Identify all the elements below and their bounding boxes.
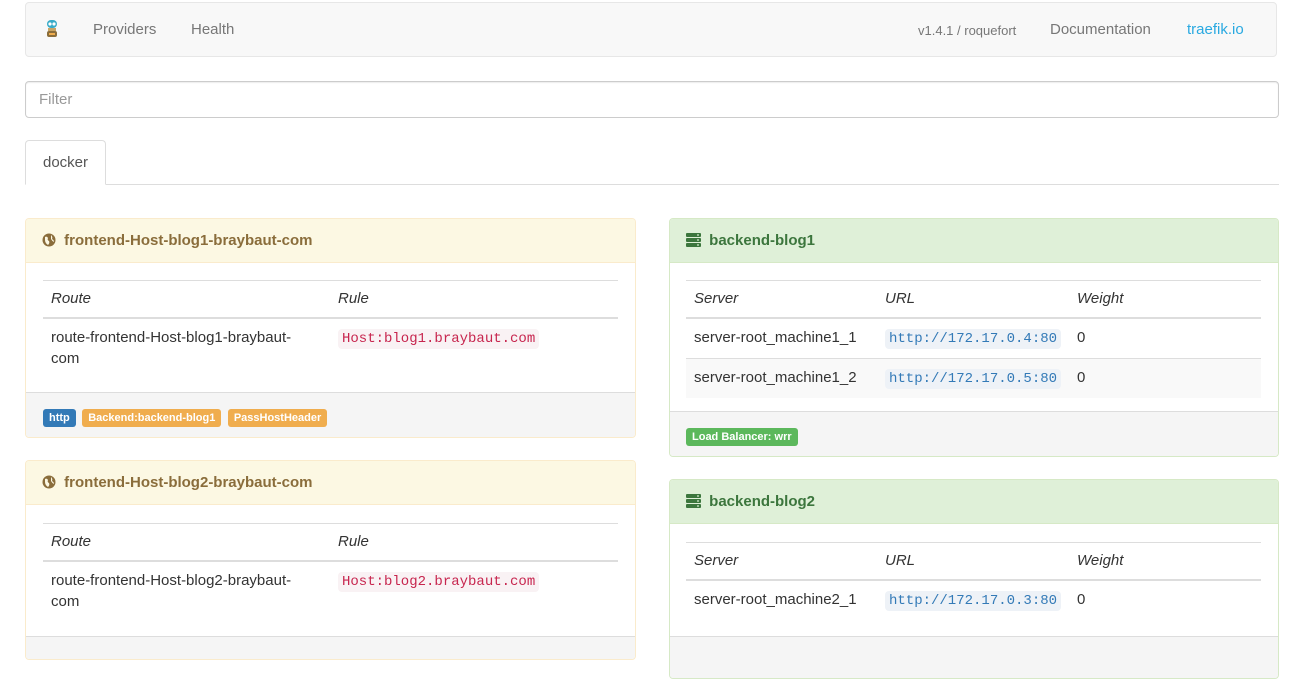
nav-traefik-io[interactable]: traefik.io bbox=[1187, 3, 1244, 56]
column-header-weight: Weight bbox=[1069, 280, 1261, 319]
column-header-route: Route bbox=[43, 523, 330, 562]
servers-table: Server URL Weight server-root_machine1_1… bbox=[686, 280, 1261, 398]
panel-footer: Load Balancer: wrr bbox=[670, 411, 1278, 456]
url-code: http://172.17.0.4:80 bbox=[885, 328, 1062, 349]
backend-panel: backend-blog2 Server URL Weight server-r… bbox=[669, 479, 1279, 679]
label-backend: Backend:backend-blog1 bbox=[82, 409, 222, 427]
weight-cell: 0 bbox=[1069, 579, 1261, 620]
server-cell: server-root_machine1_2 bbox=[686, 357, 877, 398]
column-header-url: URL bbox=[877, 280, 1070, 319]
url-code: http://172.17.0.3:80 bbox=[885, 590, 1062, 611]
column-header-server: Server bbox=[686, 542, 877, 581]
panel-footer: http Backend:backend-blog1 PassHostHeade… bbox=[26, 392, 635, 437]
weight-cell: 0 bbox=[1069, 317, 1261, 358]
column-header-weight: Weight bbox=[1069, 542, 1261, 581]
filter-input[interactable] bbox=[25, 81, 1279, 118]
url-code: http://172.17.0.5:80 bbox=[885, 368, 1062, 389]
label-passhostheader: PassHostHeader bbox=[227, 409, 328, 427]
panel-heading: frontend-Host-blog2-braybaut-com bbox=[26, 461, 635, 505]
table-row: server-root_machine2_1 http://172.17.0.3… bbox=[686, 579, 1261, 620]
table-row: server-root_machine1_2 http://172.17.0.5… bbox=[686, 357, 1261, 398]
globe-icon bbox=[42, 221, 56, 264]
panel-heading: backend-blog2 bbox=[670, 480, 1278, 524]
column-header-rule: Rule bbox=[330, 523, 618, 562]
column-header-server: Server bbox=[686, 280, 877, 319]
backend-panel: backend-blog1 Server URL Weight server-r… bbox=[669, 218, 1279, 457]
frontend-panel: frontend-Host-blog1-braybaut-com Route R… bbox=[25, 218, 636, 438]
panel-footer bbox=[26, 636, 635, 659]
server-icon bbox=[686, 482, 701, 525]
servers-table: Server URL Weight server-root_machine2_1… bbox=[686, 542, 1261, 620]
table-row: route-frontend-Host-blog1-braybaut-com H… bbox=[43, 317, 618, 377]
server-icon bbox=[686, 221, 701, 264]
navbar: Providers Health v1.4.1 / roquefort Docu… bbox=[25, 2, 1277, 57]
label-load-balancer: Load Balancer: wrr bbox=[686, 428, 798, 446]
frontend-panel: frontend-Host-blog2-braybaut-com Route R… bbox=[25, 460, 636, 660]
label-http: http bbox=[43, 409, 76, 427]
frontend-name: frontend-Host-blog1-braybaut-com bbox=[64, 232, 313, 249]
server-cell: server-root_machine2_1 bbox=[686, 579, 877, 620]
tab-docker[interactable]: docker bbox=[25, 140, 106, 185]
panel-heading: backend-blog1 bbox=[670, 219, 1278, 263]
frontend-name: frontend-Host-blog2-braybaut-com bbox=[64, 474, 313, 491]
nav-documentation[interactable]: Documentation bbox=[1050, 3, 1151, 56]
nav-health[interactable]: Health bbox=[191, 3, 234, 56]
table-row: route-frontend-Host-blog2-braybaut-com H… bbox=[43, 560, 618, 620]
rule-code: Host:blog2.braybaut.com bbox=[338, 571, 540, 592]
column-header-rule: Rule bbox=[330, 280, 618, 319]
route-cell: route-frontend-Host-blog2-braybaut-com bbox=[43, 560, 330, 620]
routes-table: Route Rule route-frontend-Host-blog2-bra… bbox=[43, 523, 618, 620]
server-cell: server-root_machine1_1 bbox=[686, 317, 877, 358]
weight-cell: 0 bbox=[1069, 357, 1261, 398]
column-header-url: URL bbox=[877, 542, 1070, 581]
tabs-divider bbox=[25, 184, 1279, 185]
routes-table: Route Rule route-frontend-Host-blog1-bra… bbox=[43, 280, 618, 377]
globe-icon bbox=[42, 463, 56, 506]
rule-code: Host:blog1.braybaut.com bbox=[338, 328, 540, 349]
column-header-route: Route bbox=[43, 280, 330, 319]
panel-footer bbox=[670, 636, 1278, 678]
table-row: server-root_machine1_1 http://172.17.0.4… bbox=[686, 317, 1261, 358]
panel-heading: frontend-Host-blog1-braybaut-com bbox=[26, 219, 635, 263]
backend-name: backend-blog2 bbox=[709, 493, 816, 510]
route-cell: route-frontend-Host-blog1-braybaut-com bbox=[43, 317, 330, 377]
nav-providers[interactable]: Providers bbox=[93, 3, 156, 56]
backend-name: backend-blog1 bbox=[709, 232, 816, 249]
traefik-logo-icon[interactable] bbox=[44, 18, 60, 40]
version-text: v1.4.1 / roquefort bbox=[918, 23, 1017, 38]
